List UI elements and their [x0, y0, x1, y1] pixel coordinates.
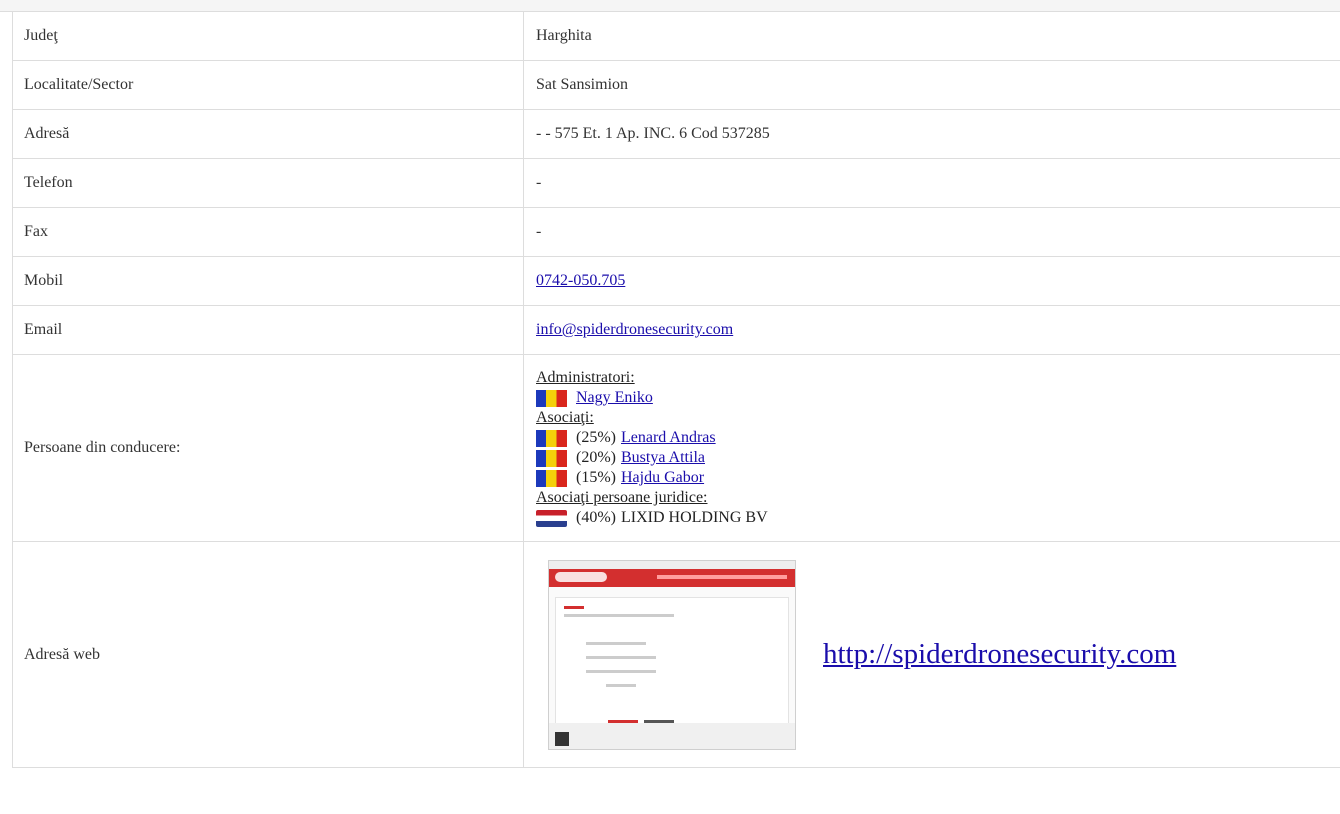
row-label: Adresă [12, 109, 524, 159]
persons-list: Administratori: Nagy Eniko Asociaţi: (25… [523, 354, 1340, 542]
table-row: Localitate/Sector Sat Sansimion [12, 60, 1340, 110]
row-value: 0742-050.705 [523, 256, 1340, 306]
row-value: http://spiderdronesecurity.com [523, 541, 1340, 768]
company-name: LIXID HOLDING BV [620, 509, 768, 526]
row-value: Harghita [523, 11, 1340, 61]
table-row: Adresă - - 575 Et. 1 Ap. INC. 6 Cod 5372… [12, 109, 1340, 159]
mobile-phone-link[interactable]: 0742-050.705 [536, 272, 625, 289]
company-info-table: Judeţ Harghita Localitate/Sector Sat San… [12, 11, 1340, 768]
table-row: Email info@spiderdronesecurity.com [12, 305, 1340, 355]
romania-flag-icon [536, 389, 567, 407]
share-percent: (40%) [576, 509, 616, 526]
associate-item: (25%) Lenard Andras [536, 428, 1339, 448]
row-label: Localitate/Sector [12, 60, 524, 110]
romania-flag-icon [536, 449, 567, 467]
associates-heading: Asociaţi: [536, 409, 594, 426]
row-value: - [523, 207, 1340, 257]
website-thumbnail[interactable] [548, 559, 796, 750]
associate-item: (20%) Bustya Attila [536, 448, 1339, 468]
share-percent: (15%) [576, 469, 616, 486]
row-label: Adresă web [12, 541, 524, 768]
table-row: Adresă web http://spiderdronesecurity.co… [12, 541, 1340, 768]
netherlands-flag-icon [536, 509, 567, 527]
table-row: Judeţ Harghita [12, 11, 1340, 61]
row-label: Judeţ [12, 11, 524, 61]
table-row: Fax - [12, 207, 1340, 257]
table-row: Telefon - [12, 158, 1340, 208]
person-link[interactable]: Bustya Attila [621, 448, 705, 468]
row-label: Mobil [12, 256, 524, 306]
person-link[interactable]: Lenard Andras [621, 428, 716, 448]
row-value: info@spiderdronesecurity.com [523, 305, 1340, 355]
table-row: Persoane din conducere: Administratori: … [12, 354, 1340, 542]
row-value: - [523, 158, 1340, 208]
table-row: Mobil 0742-050.705 [12, 256, 1340, 306]
row-label: Fax [12, 207, 524, 257]
person-link[interactable]: Nagy Eniko [576, 388, 653, 408]
romania-flag-icon [536, 469, 567, 487]
legal-associate-item: (40%) LIXID HOLDING BV [536, 508, 1339, 528]
administrator-item: Nagy Eniko [536, 388, 1339, 408]
row-label: Telefon [12, 158, 524, 208]
romania-flag-icon [536, 429, 567, 447]
row-label: Email [12, 305, 524, 355]
share-percent: (25%) [576, 429, 616, 446]
associate-item: (15%) Hajdu Gabor [536, 468, 1339, 488]
row-label: Persoane din conducere: [12, 354, 524, 542]
share-percent: (20%) [576, 449, 616, 466]
person-link[interactable]: Hajdu Gabor [621, 468, 704, 488]
email-link[interactable]: info@spiderdronesecurity.com [536, 321, 733, 338]
row-value: - - 575 Et. 1 Ap. INC. 6 Cod 537285 [523, 109, 1340, 159]
administrators-heading: Administratori: [536, 369, 635, 386]
legal-associates-heading: Asociaţi persoane juridice: [536, 489, 708, 506]
row-value: Sat Sansimion [523, 60, 1340, 110]
website-link[interactable]: http://spiderdronesecurity.com [823, 638, 1176, 671]
